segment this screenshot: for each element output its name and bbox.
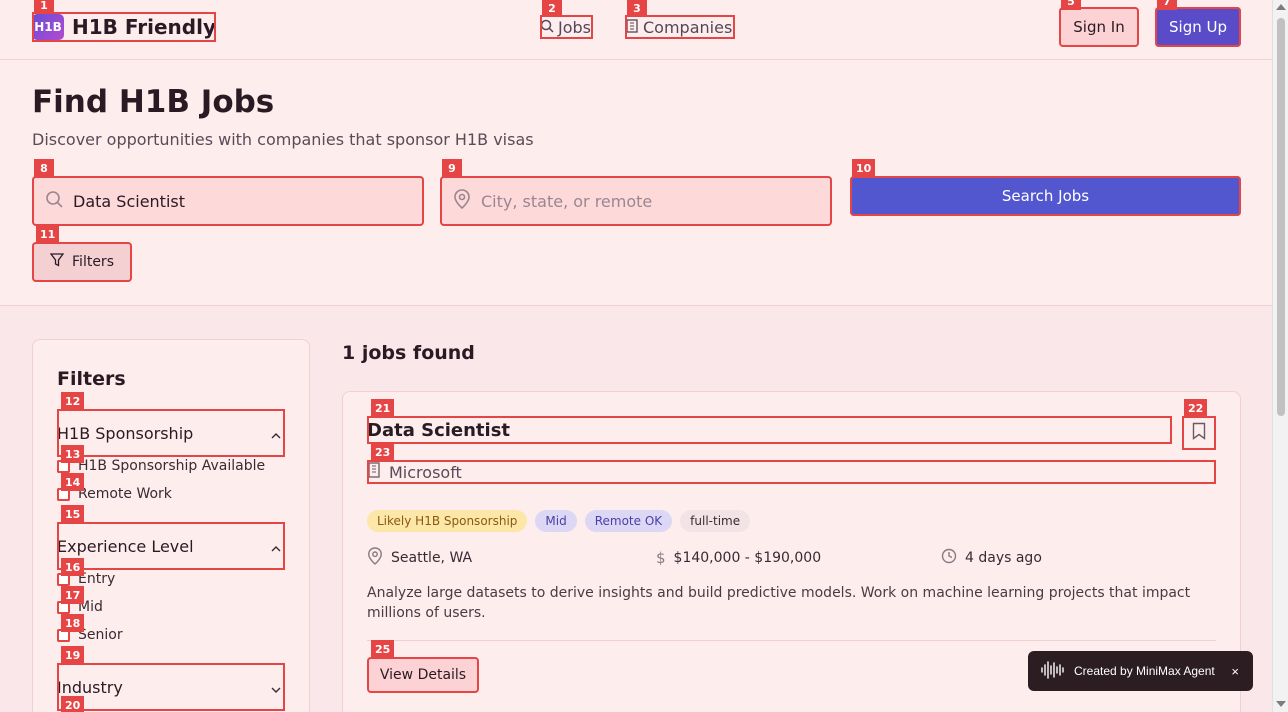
- search-hero: Find H1B Jobs Discover opportunities wit…: [0, 60, 1272, 306]
- nav-companies-label: Companies: [643, 17, 733, 37]
- bookmark-icon: [1192, 422, 1206, 444]
- card-divider: [367, 640, 1216, 641]
- sponsorship-tag: Likely H1B Sponsorship: [367, 510, 528, 532]
- location-field[interactable]: [440, 176, 832, 226]
- job-type-tag: full-time: [680, 510, 751, 532]
- annotation-badge: 3: [627, 0, 647, 17]
- company-name: Microsoft: [389, 462, 462, 482]
- top-navbar: H1B H1B Friendly 1 Jobs 2 Companies 3 Si…: [0, 0, 1272, 60]
- location-input[interactable]: [481, 191, 801, 211]
- map-pin-icon: [367, 547, 383, 569]
- job-description: Analyze large datasets to derive insight…: [367, 585, 1191, 621]
- annotation-badge: 17: [61, 586, 85, 604]
- map-pin-icon: [453, 189, 471, 213]
- chevron-up-icon: [271, 537, 281, 556]
- filter-option-sponsorship[interactable]: H1B Sponsorship Available: [57, 456, 265, 476]
- posted-text: 4 days ago: [965, 550, 1042, 566]
- annotation-badge: 1: [34, 0, 54, 14]
- location-text: Seattle, WA: [391, 550, 473, 566]
- annotation-badge: 25: [371, 640, 395, 658]
- filters-title: Filters: [57, 368, 126, 390]
- experience-section-toggle[interactable]: Experience Level: [57, 522, 285, 570]
- building-icon: [367, 462, 381, 482]
- annotation-badge: 7: [1157, 0, 1177, 10]
- scroll-thumb[interactable]: [1277, 18, 1285, 416]
- annotation-badge: 12: [61, 392, 85, 410]
- nav-companies-link[interactable]: Companies: [625, 15, 735, 39]
- job-location: Seattle, WA: [367, 547, 473, 569]
- remote-tag: Remote OK: [584, 510, 673, 532]
- page-scrollbar[interactable]: [1272, 0, 1288, 712]
- section-label: Experience Level: [57, 536, 194, 556]
- chevron-up-icon: [271, 424, 281, 443]
- annotation-badge: 20: [61, 696, 85, 712]
- annotation-badge: 21: [371, 399, 395, 417]
- close-icon[interactable]: ×: [1231, 664, 1239, 679]
- scroll-down-arrow-icon[interactable]: [1276, 701, 1286, 707]
- results-count: 1 jobs found: [342, 342, 475, 364]
- chevron-down-icon: [271, 678, 281, 697]
- job-posted: 4 days ago: [941, 548, 1042, 568]
- annotation-badge: 10: [852, 159, 876, 177]
- annotation-badge: 19: [61, 646, 85, 664]
- job-tags: Likely H1B Sponsorship Mid Remote OK ful…: [367, 510, 751, 532]
- job-salary: $ $140,000 - $190,000: [656, 548, 821, 568]
- filters-button-label: Filters: [72, 254, 114, 270]
- search-icon: [540, 18, 554, 37]
- waveform-icon: [1040, 660, 1064, 682]
- annotation-badge: 11: [36, 225, 60, 243]
- logo-text: H1B Friendly: [72, 15, 216, 39]
- annotation-badge: 23: [371, 443, 395, 461]
- sign-in-button[interactable]: Sign In: [1059, 7, 1139, 47]
- logo-link[interactable]: H1B H1B Friendly: [32, 12, 216, 42]
- annotation-badge: 22: [1184, 399, 1208, 417]
- company-link[interactable]: Microsoft: [367, 460, 1216, 484]
- annotation-badge: 18: [61, 614, 85, 632]
- filters-sidebar: Filters H1B Sponsorship 12 H1B Sponsorsh…: [32, 339, 310, 712]
- nav-jobs-link[interactable]: Jobs: [540, 15, 593, 39]
- sign-up-button[interactable]: Sign Up: [1155, 7, 1241, 47]
- option-label: H1B Sponsorship Available: [78, 458, 266, 474]
- search-icon: [45, 190, 63, 212]
- annotation-badge: 13: [61, 445, 85, 463]
- salary-text: $140,000 - $190,000: [673, 550, 822, 566]
- level-tag: Mid: [535, 510, 577, 532]
- page-subtitle: Discover opportunities with companies th…: [32, 130, 534, 149]
- filters-toggle-button[interactable]: Filters: [32, 242, 132, 282]
- annotation-badge: 8: [34, 159, 54, 177]
- annotation-badge: 16: [61, 558, 85, 576]
- scroll-up-arrow-icon[interactable]: [1276, 4, 1286, 10]
- filter-icon: [49, 253, 65, 271]
- annotation-badge: 15: [61, 505, 85, 523]
- nav-jobs-label: Jobs: [558, 17, 591, 37]
- minimax-toast: Created by MiniMax Agent ×: [1028, 651, 1253, 691]
- annotation-badge: 2: [542, 0, 562, 17]
- section-label: H1B Sponsorship: [57, 423, 194, 443]
- job-title-link[interactable]: Data Scientist: [367, 416, 1172, 444]
- option-label: Senior: [78, 627, 123, 643]
- annotation-badge: 5: [1061, 0, 1081, 10]
- page-title: Find H1B Jobs: [32, 84, 275, 120]
- job-search-input[interactable]: [73, 191, 393, 211]
- building-icon: [625, 18, 639, 37]
- view-details-button[interactable]: View Details: [367, 657, 479, 693]
- bookmark-button[interactable]: [1182, 416, 1216, 450]
- industry-section-toggle[interactable]: Industry: [57, 663, 285, 711]
- clock-icon: [941, 548, 957, 568]
- dollar-icon: $: [656, 549, 666, 567]
- annotation-badge: 14: [61, 473, 85, 491]
- job-search-field[interactable]: [32, 176, 424, 226]
- toast-text: Created by MiniMax Agent: [1074, 664, 1215, 678]
- search-jobs-button[interactable]: Search Jobs: [850, 176, 1241, 216]
- section-label: Industry: [57, 677, 123, 697]
- logo-mark: H1B: [32, 14, 64, 40]
- sponsorship-section-toggle[interactable]: H1B Sponsorship: [57, 409, 285, 457]
- option-label: Remote Work: [78, 486, 172, 502]
- annotation-badge: 9: [442, 159, 462, 177]
